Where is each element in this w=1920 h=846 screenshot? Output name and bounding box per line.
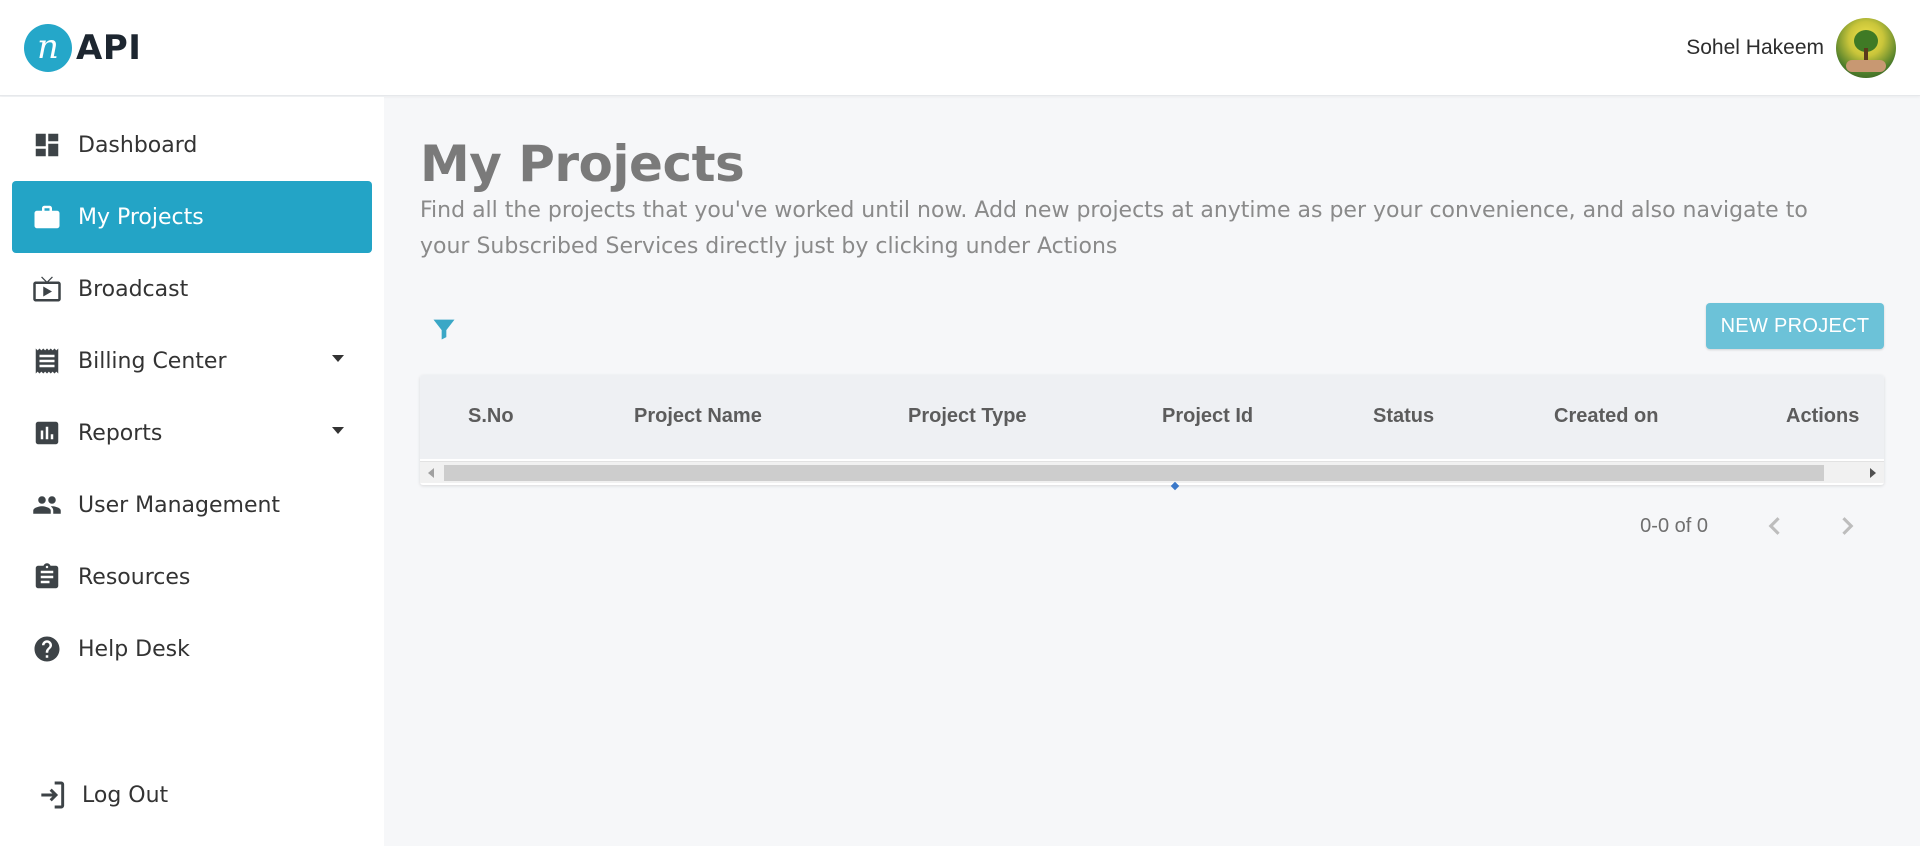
- app-logo[interactable]: n API: [24, 24, 141, 72]
- sidebar-item-label: Dashboard: [78, 132, 198, 158]
- sidebar-item-label: Reports: [78, 420, 163, 446]
- logout-icon: [41, 781, 65, 809]
- sidebar: Dashboard My Projects Broadcast Billing …: [0, 97, 384, 846]
- chevron-right-icon[interactable]: [1830, 509, 1864, 543]
- page-title: My Projects: [420, 135, 745, 193]
- scroll-left-icon[interactable]: [428, 468, 434, 478]
- new-project-button[interactable]: NEW PROJECT: [1706, 303, 1884, 349]
- sidebar-item-label: Help Desk: [78, 636, 190, 662]
- sidebar-item-resources[interactable]: Resources: [12, 541, 372, 613]
- horizontal-scrollbar[interactable]: [420, 461, 1884, 483]
- table-header: S.No Project Name Project Type Project I…: [420, 375, 1884, 459]
- sidebar-item-help-desk[interactable]: Help Desk: [12, 613, 372, 685]
- briefcase-icon: [32, 202, 62, 232]
- column-header-status[interactable]: Status: [1373, 405, 1434, 428]
- sidebar-item-label: Billing Center: [78, 348, 227, 374]
- dashboard-icon: [32, 130, 62, 160]
- sidebar-item-label: Broadcast: [78, 276, 189, 302]
- main-content: My Projects Find all the projects that y…: [384, 97, 1920, 846]
- users-icon: [32, 490, 62, 520]
- sidebar-item-broadcast[interactable]: Broadcast: [12, 253, 372, 325]
- sidebar-item-label: User Management: [78, 492, 281, 518]
- page-range: 0-0 of 0: [1640, 515, 1708, 537]
- sidebar-item-user-management[interactable]: User Management: [12, 469, 372, 541]
- logo-text: API: [76, 28, 142, 68]
- scroll-right-icon[interactable]: [1870, 468, 1876, 478]
- column-header-project-type[interactable]: Project Type: [908, 405, 1027, 428]
- top-header: n API Sohel Hakeem: [0, 0, 1920, 96]
- clipboard-icon: [32, 562, 62, 592]
- user-menu[interactable]: Sohel Hakeem: [1686, 18, 1896, 78]
- column-header-project-id[interactable]: Project Id: [1162, 405, 1253, 428]
- page-description: Find all the projects that you've worked…: [420, 198, 1808, 259]
- logo-mark: n: [24, 24, 72, 72]
- logout-label: Log Out: [82, 782, 169, 808]
- sidebar-item-label: My Projects: [78, 204, 204, 230]
- logout-button[interactable]: Log Out: [36, 779, 168, 811]
- column-header-sno[interactable]: S.No: [468, 405, 514, 428]
- column-header-project-name[interactable]: Project Name: [634, 405, 762, 428]
- sidebar-item-my-projects[interactable]: My Projects: [12, 181, 372, 253]
- projects-table: S.No Project Name Project Type Project I…: [420, 375, 1884, 485]
- pagination: 0-0 of 0: [420, 505, 1884, 545]
- chevron-left-icon[interactable]: [1758, 509, 1792, 543]
- help-icon: [32, 634, 62, 664]
- sidebar-item-reports[interactable]: Reports: [12, 397, 372, 469]
- chevron-down-icon[interactable]: [332, 427, 344, 434]
- column-header-created-on[interactable]: Created on: [1554, 405, 1658, 428]
- user-name: Sohel Hakeem: [1686, 36, 1824, 59]
- filter-icon[interactable]: [430, 315, 458, 343]
- scrollbar-thumb[interactable]: [444, 465, 1824, 481]
- avatar[interactable]: [1836, 18, 1896, 78]
- chevron-down-icon[interactable]: [332, 355, 344, 362]
- sidebar-item-billing-center[interactable]: Billing Center: [12, 325, 372, 397]
- receipt-icon: [32, 346, 62, 376]
- bar-chart-icon: [32, 418, 62, 448]
- sidebar-item-dashboard[interactable]: Dashboard: [12, 109, 372, 181]
- column-header-actions[interactable]: Actions: [1786, 405, 1859, 428]
- tv-icon: [32, 274, 62, 304]
- sidebar-item-label: Resources: [78, 564, 191, 590]
